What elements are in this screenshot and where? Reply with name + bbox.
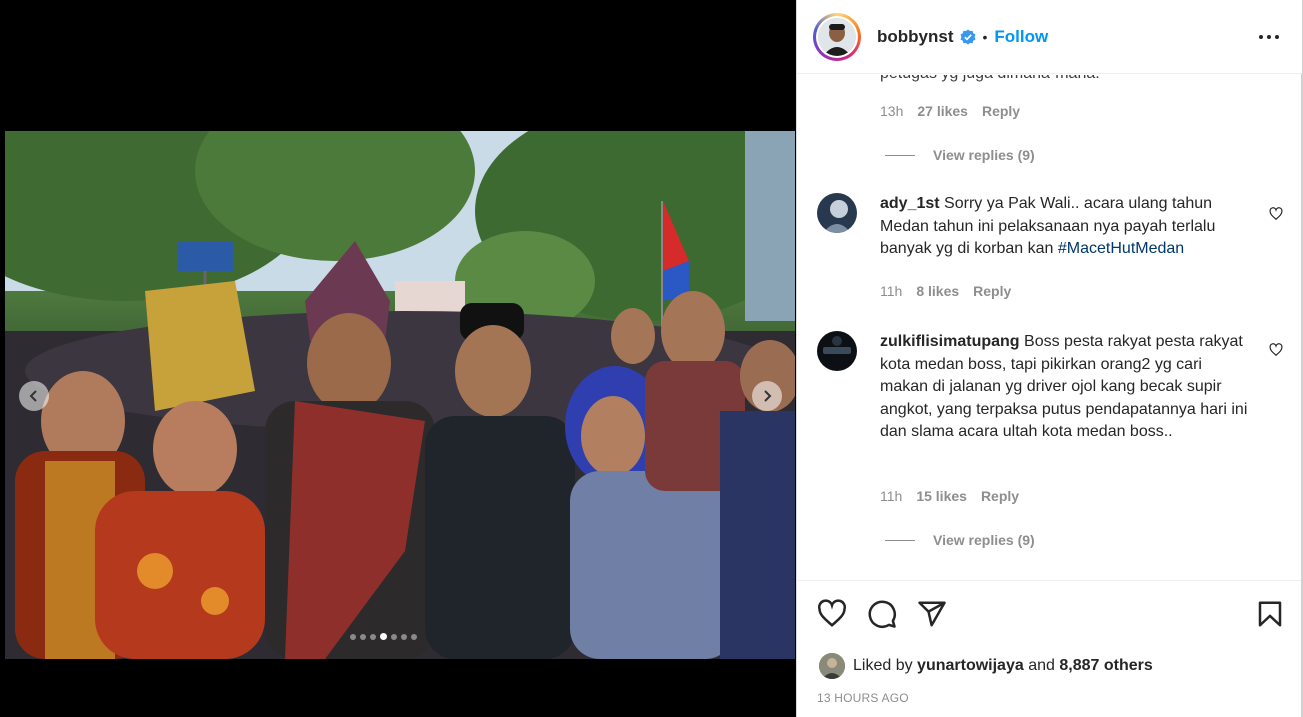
commenter-avatar[interactable]: [817, 193, 857, 233]
comment-meta: 11h 8 likes Reply: [880, 283, 1011, 299]
comment-username[interactable]: ady_1st: [880, 195, 940, 212]
comments-list[interactable]: petugas yg juga dimana-mana. 13h 27 like…: [797, 75, 1302, 579]
comment-meta: 13h 27 likes Reply: [880, 103, 1020, 119]
liker-avatar[interactable]: [819, 653, 845, 679]
photo-illustration: [5, 131, 795, 659]
reply-button[interactable]: Reply: [982, 103, 1020, 119]
verified-badge-icon: [960, 29, 975, 44]
comment-cut-off-text: petugas yg juga dimana-mana.: [880, 75, 1100, 83]
post-photo[interactable]: [5, 131, 795, 659]
comment-text: ady_1st Sorry ya Pak Wali.. acara ulang …: [880, 193, 1250, 261]
carousel-dot: [411, 633, 417, 640]
bookmark-icon[interactable]: [1255, 599, 1285, 629]
header-separator: •: [982, 28, 988, 45]
liked-by-user[interactable]: yunartowijaya: [917, 657, 1024, 675]
more-options-icon[interactable]: [1258, 27, 1280, 47]
liked-by-others[interactable]: 8,887 others: [1059, 657, 1152, 675]
comment-text: zulkiflisimatupang Boss pesta rakyat pes…: [880, 331, 1250, 444]
liked-by-prefix: Liked by: [853, 657, 913, 674]
comment-likes[interactable]: 27 likes: [917, 103, 968, 119]
post-username[interactable]: bobbynst: [877, 27, 954, 47]
post-header: bobbynst • Follow: [797, 0, 1302, 74]
view-replies-label: View replies (9): [933, 532, 1035, 548]
comment-like-heart-icon[interactable]: [1269, 343, 1283, 357]
view-replies-button[interactable]: View replies (9): [885, 532, 1035, 548]
comment-time: 11h: [880, 283, 903, 299]
comment-likes[interactable]: 15 likes: [916, 488, 967, 504]
post-timestamp: 13 HOURS AGO: [817, 691, 909, 705]
carousel-indicator: [350, 633, 417, 640]
carousel-prev-button[interactable]: [19, 381, 49, 411]
comment-icon[interactable]: [867, 599, 897, 629]
replies-divider: [885, 539, 915, 541]
carousel-dot: [360, 633, 366, 640]
comment-time: 11h: [880, 488, 903, 504]
carousel-dot: [350, 633, 356, 640]
story-ring[interactable]: [813, 12, 861, 61]
comment-meta: 11h 15 likes Reply: [880, 488, 1019, 504]
reply-button[interactable]: Reply: [981, 488, 1019, 504]
commenter-avatar[interactable]: [817, 331, 857, 371]
reply-button[interactable]: Reply: [973, 283, 1011, 299]
view-replies-label: View replies (9): [933, 147, 1035, 163]
post-media: [5, 0, 795, 717]
comment-like-heart-icon[interactable]: [1269, 207, 1283, 221]
liked-by-row: Liked by yunartowijaya and 8,887 others: [819, 653, 1153, 679]
chevron-right-icon: [764, 390, 772, 402]
heart-icon[interactable]: [817, 599, 847, 629]
replies-divider: [885, 154, 915, 156]
post-actions: Liked by yunartowijaya and 8,887 others …: [797, 580, 1302, 717]
comment-username[interactable]: zulkiflisimatupang: [880, 333, 1020, 350]
avatar: [818, 17, 856, 56]
comment-time: 13h: [880, 103, 904, 119]
carousel-dot-active: [380, 633, 387, 640]
comment-likes[interactable]: 8 likes: [916, 283, 959, 299]
post-side-panel: bobbynst • Follow petugas yg juga dimana…: [796, 0, 1302, 717]
view-replies-button[interactable]: View replies (9): [885, 147, 1035, 163]
hashtag-link[interactable]: #MacetHutMedan: [1058, 240, 1184, 257]
carousel-dot: [370, 633, 376, 640]
liked-by-and: and: [1028, 657, 1055, 674]
paper-plane-icon[interactable]: [917, 599, 947, 629]
follow-button[interactable]: Follow: [994, 27, 1048, 47]
chevron-left-icon: [29, 390, 37, 402]
carousel-next-button[interactable]: [752, 381, 782, 411]
carousel-dot: [401, 633, 407, 640]
carousel-dot: [391, 633, 397, 640]
